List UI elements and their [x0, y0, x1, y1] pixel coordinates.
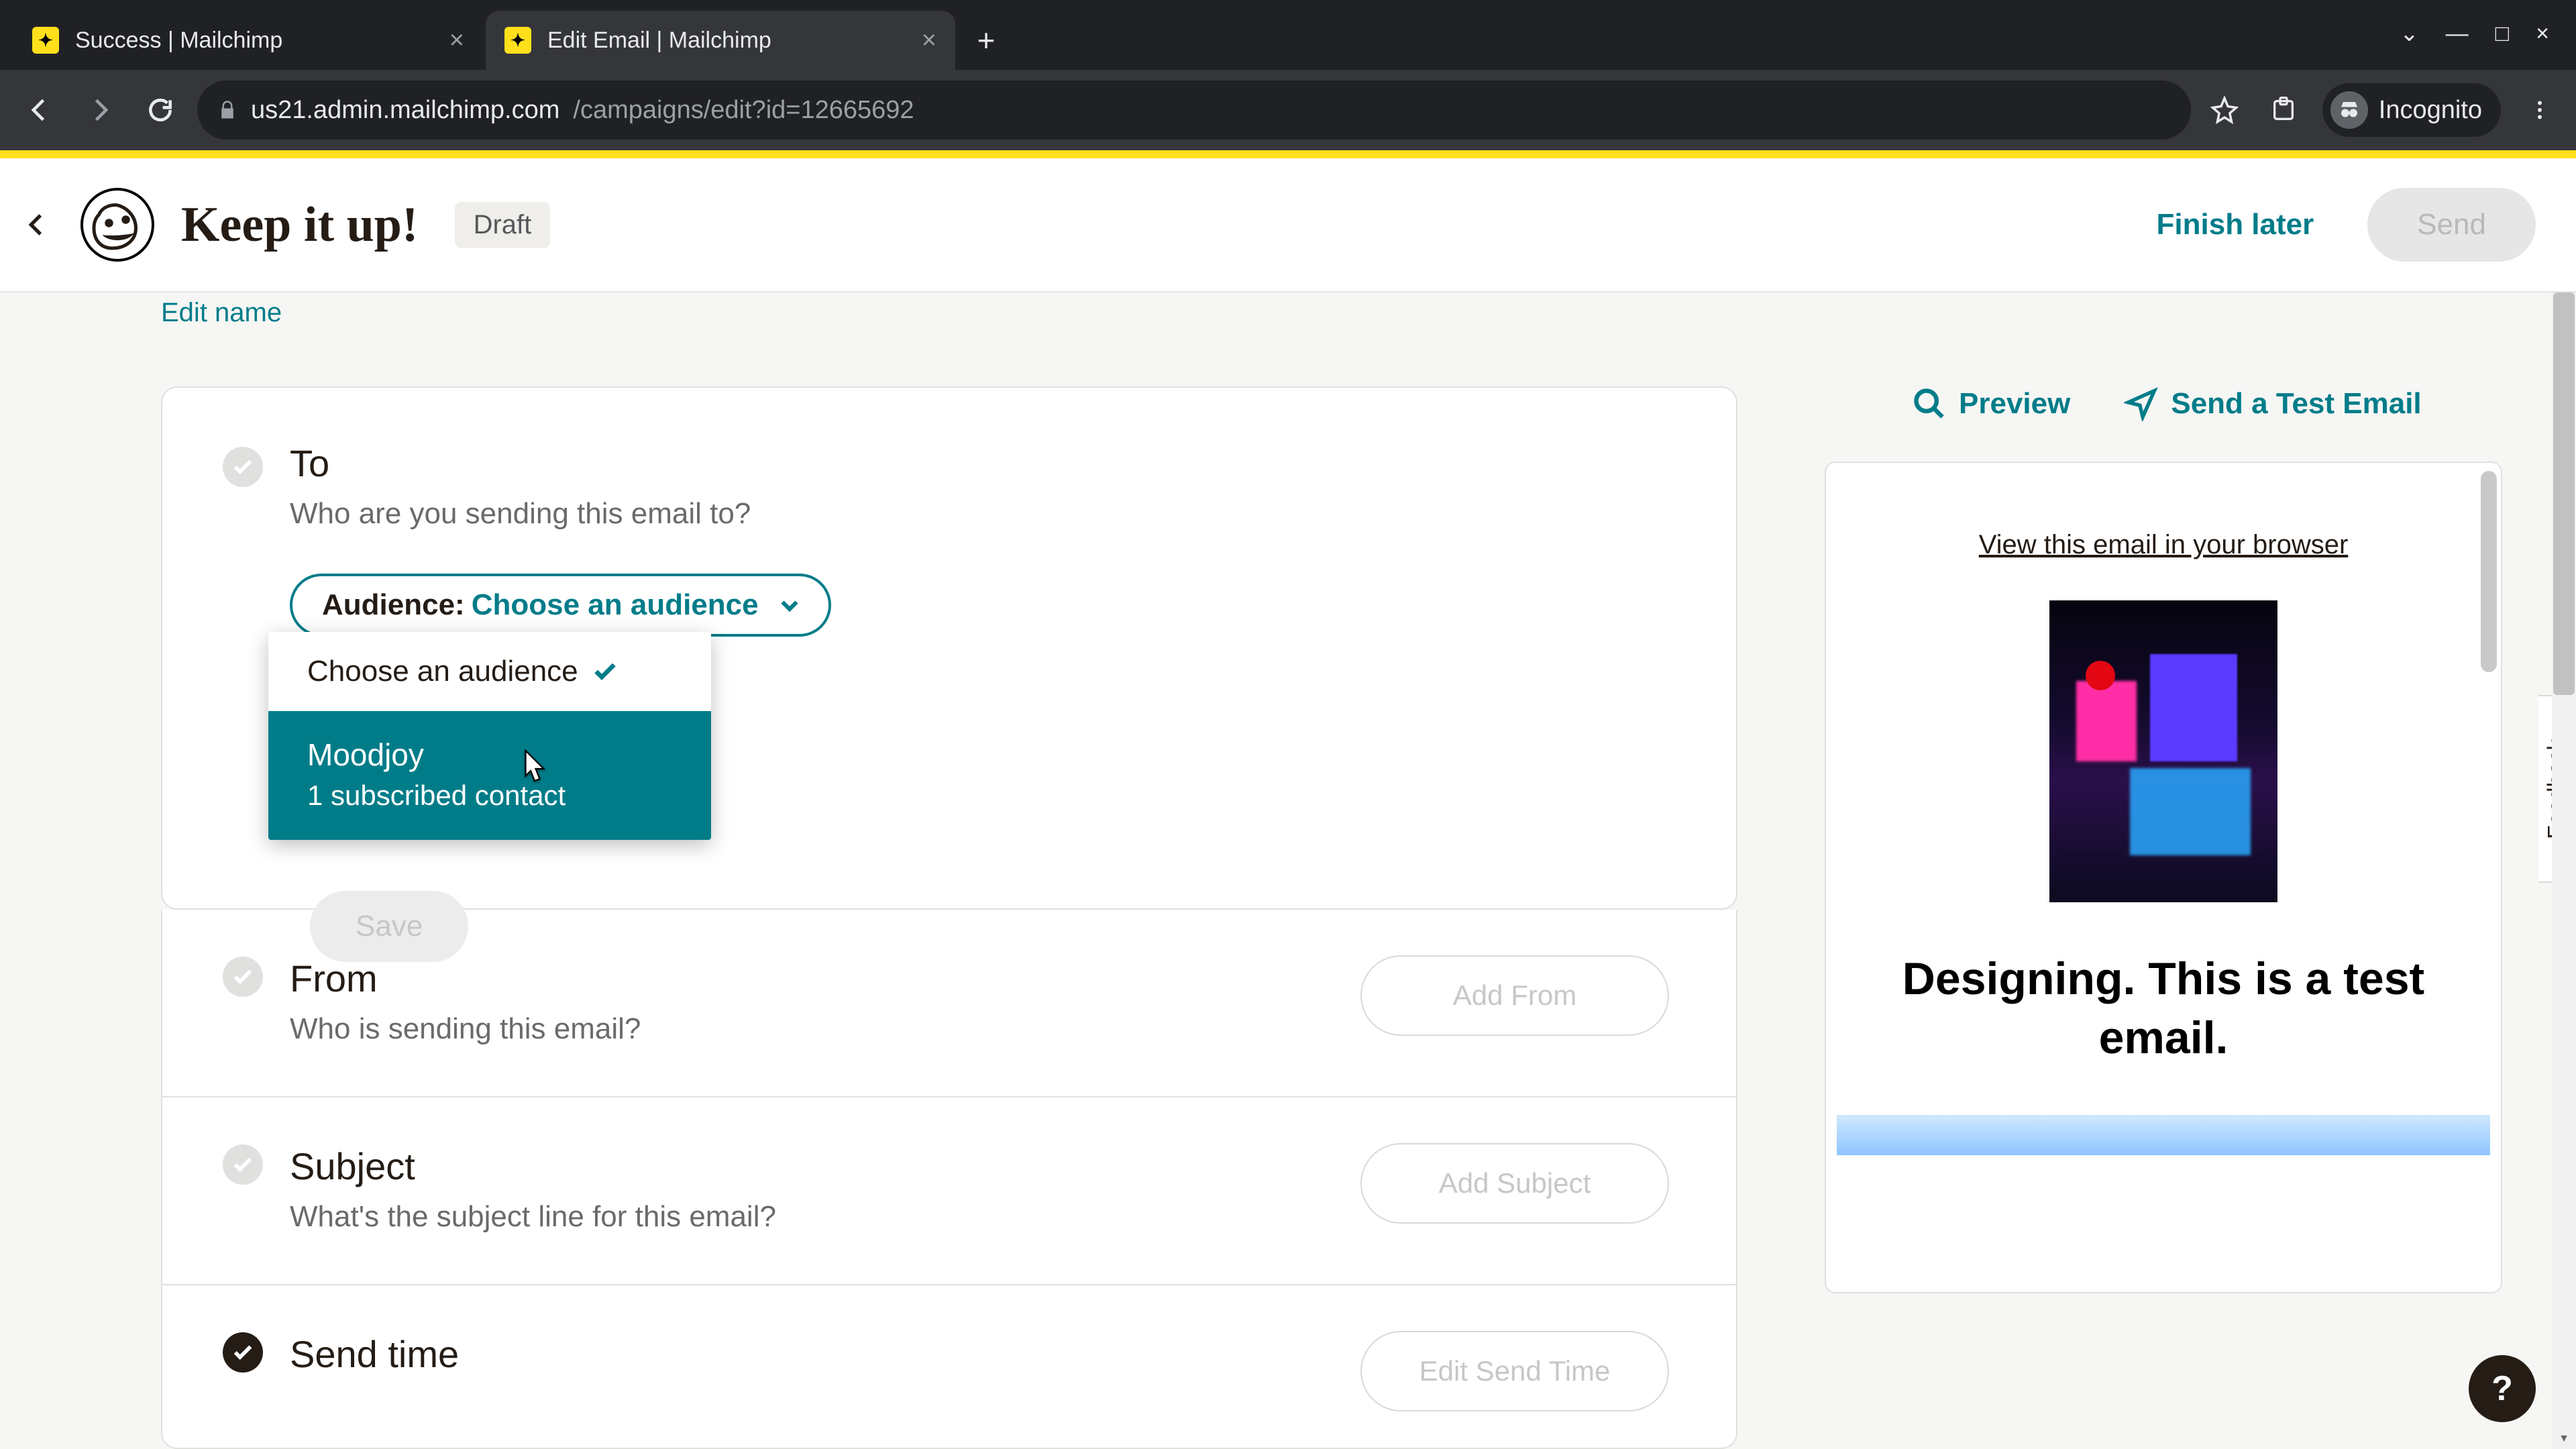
- preview-label: Preview: [1959, 387, 2070, 421]
- address-input[interactable]: us21.admin.mailchimp.com/campaigns/edit?…: [197, 80, 2191, 140]
- browser-tabs: ✦ Success | Mailchimp × ✦ Edit Email | M…: [0, 11, 2400, 70]
- extensions-icon[interactable]: [2263, 90, 2304, 130]
- edit-name-link[interactable]: Edit name: [161, 298, 282, 328]
- close-window-icon[interactable]: ×: [2536, 21, 2549, 47]
- mailchimp-favicon: ✦: [32, 27, 59, 54]
- lock-icon: [217, 100, 237, 120]
- back-button[interactable]: [16, 87, 63, 133]
- incognito-indicator[interactable]: Incognito: [2322, 83, 2501, 137]
- option-label: Choose an audience: [307, 655, 578, 688]
- status-indicator-incomplete: [223, 1144, 263, 1185]
- audience-option-placeholder[interactable]: Choose an audience: [268, 632, 711, 711]
- audience-select-trigger[interactable]: Audience: Choose an audience: [290, 574, 831, 637]
- status-indicator-incomplete: [223, 447, 263, 487]
- audience-option[interactable]: Moodjoy 1 subscribed contact: [268, 711, 711, 840]
- send-test-label: Send a Test Email: [2171, 387, 2421, 421]
- chevron-down-icon: [777, 593, 802, 617]
- preview-headline: Designing. This is a test email.: [1853, 949, 2474, 1068]
- kebab-menu-icon[interactable]: [2520, 90, 2560, 130]
- preview-hero-image: [2049, 600, 2277, 902]
- send-test-button[interactable]: Send a Test Email: [2124, 386, 2421, 421]
- window-controls: ⌄ — □ ×: [2400, 20, 2576, 70]
- url-path: /campaigns/edit?id=12665692: [573, 96, 914, 125]
- tab-title: Edit Email | Mailchimp: [547, 28, 771, 54]
- mailchimp-logo[interactable]: [80, 188, 154, 262]
- page-scrollbar[interactable]: ▲ ▼: [2552, 292, 2576, 1449]
- bookmark-icon[interactable]: [2204, 90, 2245, 130]
- add-subject-button[interactable]: Add Subject: [1360, 1143, 1669, 1224]
- campaign-title: Keep it up!: [181, 197, 419, 254]
- right-column: Preview Send a Test Email View this emai…: [1825, 386, 2542, 1293]
- email-preview[interactable]: View this email in your browser Designin…: [1825, 462, 2502, 1293]
- save-button[interactable]: Save: [310, 891, 468, 962]
- minimize-icon[interactable]: —: [2446, 21, 2469, 47]
- audience-value: Choose an audience: [472, 588, 759, 622]
- browser-tab-active[interactable]: ✦ Edit Email | Mailchimp ×: [486, 11, 955, 70]
- brand-accent-bar: [0, 150, 2576, 158]
- finish-later-button[interactable]: Finish later: [2157, 208, 2314, 241]
- page-body: Edit name To Who are you sending this em…: [0, 292, 2576, 1449]
- scroll-down-icon[interactable]: ▼: [2552, 1429, 2576, 1449]
- close-icon[interactable]: ×: [433, 26, 464, 55]
- browser-address-bar: us21.admin.mailchimp.com/campaigns/edit?…: [0, 70, 2576, 150]
- add-from-button[interactable]: Add From: [1360, 955, 1669, 1036]
- browser-tab[interactable]: ✦ Success | Mailchimp ×: [13, 11, 483, 70]
- forward-button[interactable]: [76, 87, 123, 133]
- tab-title: Success | Mailchimp: [75, 28, 282, 54]
- status-badge: Draft: [455, 202, 551, 248]
- incognito-icon: [2330, 91, 2368, 129]
- browser-titlebar: ✦ Success | Mailchimp × ✦ Edit Email | M…: [0, 0, 2576, 70]
- send-button[interactable]: Send: [2367, 188, 2536, 262]
- pointer-cursor-icon: [517, 749, 549, 789]
- chevron-down-icon[interactable]: ⌄: [2400, 20, 2419, 47]
- option-name: Moodjoy: [307, 737, 424, 773]
- app-back-button[interactable]: [20, 208, 54, 241]
- help-button[interactable]: ?: [2469, 1355, 2536, 1422]
- section-title: To: [290, 441, 1669, 485]
- maximize-icon[interactable]: □: [2496, 21, 2510, 47]
- preview-scrollbar[interactable]: [2481, 471, 2497, 672]
- edit-send-time-button[interactable]: Edit Send Time: [1360, 1331, 1669, 1411]
- new-tab-button[interactable]: +: [966, 20, 1006, 60]
- preview-button[interactable]: Preview: [1912, 386, 2070, 421]
- status-indicator-incomplete: [223, 957, 263, 997]
- audience-label: Audience:: [322, 588, 465, 622]
- url-domain: us21.admin.mailchimp.com: [251, 96, 559, 125]
- section-subject: Subject What's the subject line for this…: [161, 1097, 1737, 1285]
- section-send-time: Send time Edit Send Time: [161, 1285, 1737, 1449]
- check-icon: [592, 658, 619, 685]
- mailchimp-favicon: ✦: [504, 27, 531, 54]
- preview-secondary-image: [1837, 1115, 2490, 1155]
- audience-dropdown: Choose an audience Moodjoy 1 subscribed …: [268, 632, 711, 840]
- status-indicator-complete: [223, 1332, 263, 1373]
- view-in-browser-link[interactable]: View this email in your browser: [1826, 530, 2501, 560]
- app-header: Keep it up! Draft Finish later Send: [0, 158, 2576, 292]
- scroll-thumb[interactable]: [2553, 292, 2575, 695]
- reload-button[interactable]: [137, 87, 184, 133]
- incognito-label: Incognito: [2379, 96, 2482, 125]
- close-icon[interactable]: ×: [906, 26, 936, 55]
- section-subtitle: Who are you sending this email to?: [290, 497, 1669, 531]
